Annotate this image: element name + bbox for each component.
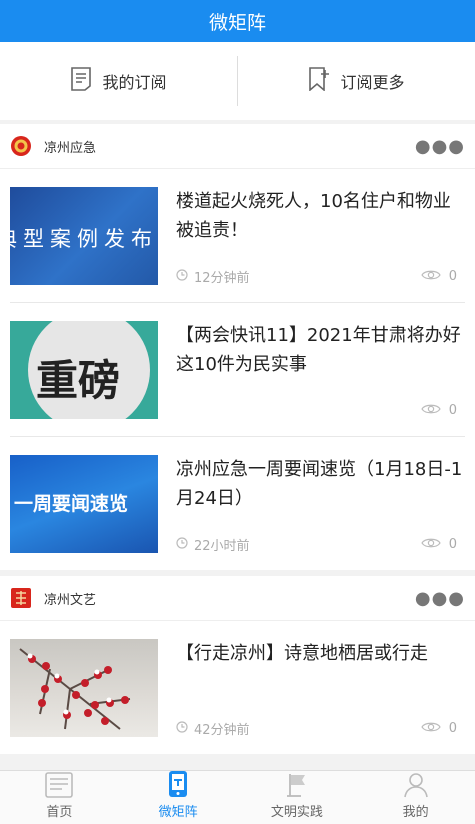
- article-item[interactable]: 重磅 【两会快讯11】2021年甘肃将办好这10件为民实事 0: [10, 303, 465, 437]
- phone-top-icon: [168, 770, 188, 798]
- channel-header[interactable]: 凉州文艺 ●●●: [0, 576, 475, 621]
- article-title: 凉州应急一周要闻速览（1月18日-1月24日）: [176, 458, 463, 509]
- thumbnail-caption: 一周要闻速览: [14, 492, 129, 515]
- article-item[interactable]: 【行走凉州】诗意地栖居或行走 42分钟前 0: [10, 621, 465, 754]
- article-item[interactable]: 典型案例发布 楼道起火烧死人，10名住户和物业被追责！ 12分钟前 0: [10, 169, 465, 303]
- tab-civilization-label: 文明实践: [270, 805, 323, 820]
- view-count: 0: [421, 537, 457, 553]
- subscribe-more-button[interactable]: 订阅更多: [238, 42, 475, 120]
- eye-icon: [421, 269, 441, 285]
- view-count: 0: [421, 269, 457, 285]
- tab-home[interactable]: 首页: [0, 771, 119, 824]
- article-thumbnail: 重磅: [10, 320, 158, 419]
- news-feed: 凉州应急 ●●● 典型案例发布 楼道起火烧死人，10名住户和物业被追责！ 12分…: [0, 124, 475, 760]
- channel-header[interactable]: 凉州应急 ●●●: [0, 124, 475, 169]
- article-title: 楼道起火烧死人，10名住户和物业被追责！: [176, 190, 451, 241]
- subscription-bar: 我的订阅 订阅更多: [0, 42, 475, 120]
- view-count-text: 0: [448, 537, 457, 552]
- page-title: 微矩阵: [208, 11, 266, 34]
- user-icon: [403, 771, 429, 798]
- bottom-tab-bar: 首页 微矩阵 文明实践 我的: [0, 770, 475, 824]
- clock-icon: [176, 720, 188, 737]
- winter-berries-image: [19, 647, 131, 730]
- publish-time: 42分钟前: [176, 719, 250, 738]
- tab-home-label: 首页: [46, 805, 73, 820]
- flag-icon: [284, 771, 310, 798]
- article-thumbnail: [10, 638, 158, 737]
- eye-icon: [421, 537, 441, 553]
- view-count: 0: [421, 721, 457, 737]
- channel-section: 凉州文艺 ●●● 【行走凉州】诗意地栖居或行走 42分钟前 0: [0, 576, 475, 754]
- article-item[interactable]: 一周要闻速览 凉州应急一周要闻速览（1月18日-1月24日） 22小时前 0: [10, 437, 465, 570]
- more-options-icon[interactable]: ●●●: [415, 136, 465, 157]
- clock-icon: [176, 536, 188, 553]
- more-options-icon[interactable]: ●●●: [415, 588, 465, 609]
- eye-icon: [421, 403, 441, 419]
- thumbnail-caption: 重磅: [36, 355, 121, 405]
- publish-time-text: 22小时前: [194, 539, 250, 554]
- thumbnail-caption: 典型案例发布: [10, 226, 158, 251]
- my-subscriptions-button[interactable]: 我的订阅: [0, 42, 237, 120]
- national-emblem-icon: [10, 135, 32, 157]
- app-header: 微矩阵: [0, 0, 475, 42]
- tab-mine-label: 我的: [402, 805, 429, 820]
- article-thumbnail: 典型案例发布: [10, 186, 158, 285]
- article-title: 【两会快讯11】2021年甘肃将办好这10件为民实事: [176, 324, 461, 375]
- publish-time: 12分钟前: [176, 267, 250, 286]
- view-count: 0: [421, 403, 457, 419]
- my-subscriptions-label: 我的订阅: [102, 73, 167, 92]
- publish-time-text: 42分钟前: [194, 723, 250, 738]
- channel-name: 凉州应急: [44, 140, 97, 156]
- bookmark-add-icon: [308, 67, 330, 95]
- view-count-text: 0: [448, 721, 457, 736]
- tab-civilization[interactable]: 文明实践: [238, 771, 357, 824]
- tab-matrix[interactable]: 微矩阵: [119, 771, 238, 824]
- channel-name: 凉州文艺: [44, 592, 97, 608]
- article-title: 【行走凉州】诗意地栖居或行走: [176, 642, 428, 664]
- tab-mine[interactable]: 我的: [356, 771, 475, 824]
- newspaper-icon: [45, 771, 74, 798]
- view-count-text: 0: [448, 403, 457, 418]
- subscribe-more-label: 订阅更多: [340, 73, 405, 92]
- article-thumbnail: 一周要闻速览: [10, 454, 158, 553]
- clock-icon: [176, 268, 188, 285]
- subscription-list-icon: [70, 67, 92, 95]
- view-count-text: 0: [448, 269, 457, 284]
- channel-section: 凉州应急 ●●● 典型案例发布 楼道起火烧死人，10名住户和物业被追责！ 12分…: [0, 124, 475, 570]
- publish-time-text: 12分钟前: [194, 271, 250, 286]
- publish-time: 22小时前: [176, 535, 250, 554]
- eye-icon: [421, 721, 441, 737]
- tab-matrix-label: 微矩阵: [158, 805, 198, 820]
- seal-logo-icon: [10, 587, 32, 609]
